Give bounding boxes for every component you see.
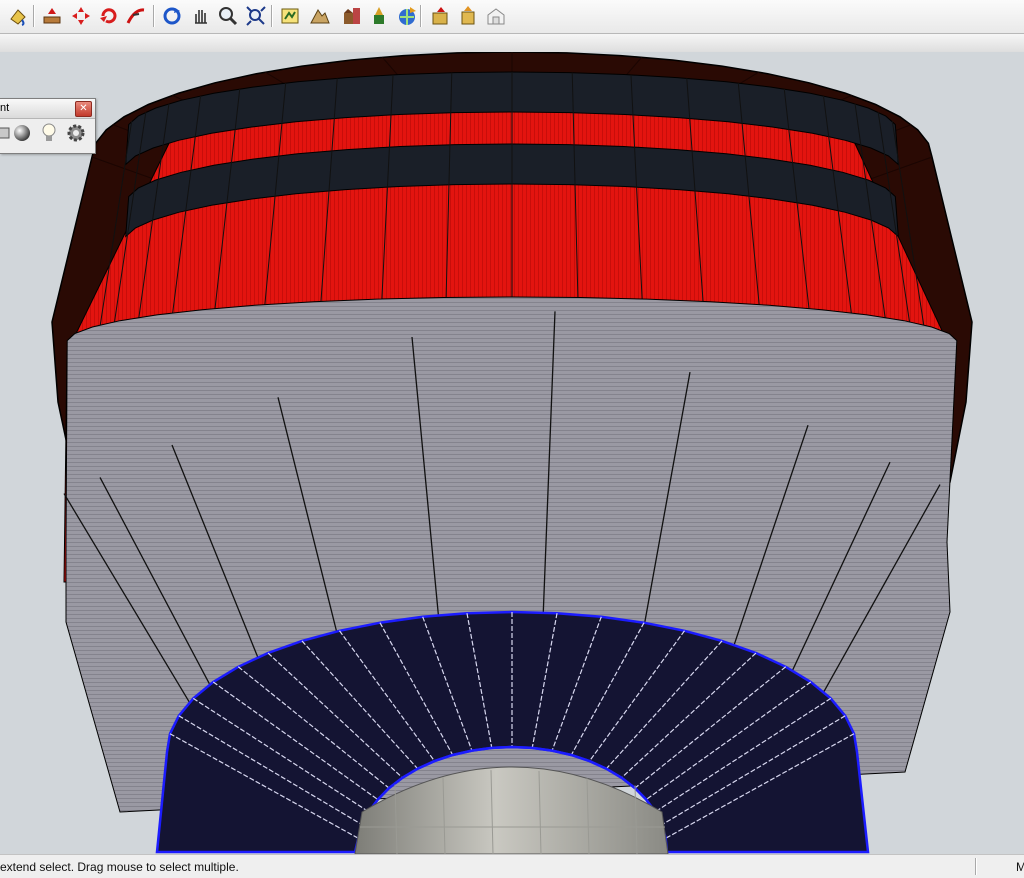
- status-divider: [975, 858, 976, 875]
- orbit-icon: [163, 7, 181, 25]
- zoom-icon: [219, 7, 238, 26]
- rotate-button[interactable]: [97, 4, 121, 28]
- get-models-button[interactable]: [395, 4, 419, 28]
- measurements-label: M: [1016, 860, 1024, 874]
- orbit-button[interactable]: [160, 4, 184, 28]
- toolbar-separator: [420, 5, 421, 27]
- follow-me-icon: [126, 8, 145, 24]
- model-viewport[interactable]: [0, 52, 1024, 854]
- toggle-terrain-icon: [310, 9, 330, 24]
- settings-gear-icon[interactable]: [65, 122, 87, 144]
- move-button[interactable]: [69, 4, 93, 28]
- panel-title: nt: [0, 102, 10, 114]
- main-toolbar: [0, 0, 1024, 34]
- extension-warehouse-icon: [487, 8, 505, 25]
- sphere-material-icon[interactable]: [11, 122, 33, 144]
- extension-warehouse-button[interactable]: [484, 4, 508, 28]
- status-bar: extend select. Drag mouse to select mult…: [0, 854, 1024, 878]
- paint-bucket-button[interactable]: [6, 4, 30, 28]
- share-model-icon: [432, 7, 448, 25]
- panel-title-bar[interactable]: nt ✕: [0, 99, 95, 119]
- toolbar-separator: [33, 5, 34, 27]
- zoom-extents-button[interactable]: [244, 4, 268, 28]
- preview-model-in-google-earth-icon: [374, 7, 384, 24]
- photo-textures-button[interactable]: [340, 4, 364, 28]
- light-bulb-icon[interactable]: [38, 122, 60, 144]
- preview-model-in-google-earth-button[interactable]: [367, 4, 391, 28]
- floating-toolbar-panel[interactable]: nt ✕: [0, 98, 96, 154]
- zoom-extents-icon: [246, 6, 266, 26]
- toggle-terrain-button[interactable]: [308, 4, 332, 28]
- close-icon[interactable]: ✕: [75, 101, 92, 117]
- paint-bucket-icon: [10, 9, 26, 26]
- pan-button[interactable]: [189, 4, 213, 28]
- water-tower-model[interactable]: [0, 52, 1024, 854]
- move-icon: [72, 7, 90, 25]
- follow-me-button[interactable]: [124, 4, 148, 28]
- add-location-button[interactable]: [278, 4, 302, 28]
- pan-icon: [195, 10, 207, 24]
- push-pull-button[interactable]: [40, 4, 64, 28]
- add-location-icon: [281, 8, 299, 24]
- share-model-button[interactable]: [429, 4, 453, 28]
- push-pull-icon: [43, 8, 61, 24]
- share-component-button[interactable]: [456, 4, 480, 28]
- photo-textures-icon: [344, 8, 360, 24]
- rotate-icon: [100, 8, 117, 24]
- share-component-icon: [461, 6, 475, 25]
- status-text: extend select. Drag mouse to select mult…: [0, 860, 239, 874]
- zoom-button[interactable]: [216, 4, 240, 28]
- toolbar-separator: [153, 5, 154, 27]
- toolbar-separator: [271, 5, 272, 27]
- toolbar-strip: [0, 34, 1024, 53]
- get-models-icon: [399, 7, 416, 25]
